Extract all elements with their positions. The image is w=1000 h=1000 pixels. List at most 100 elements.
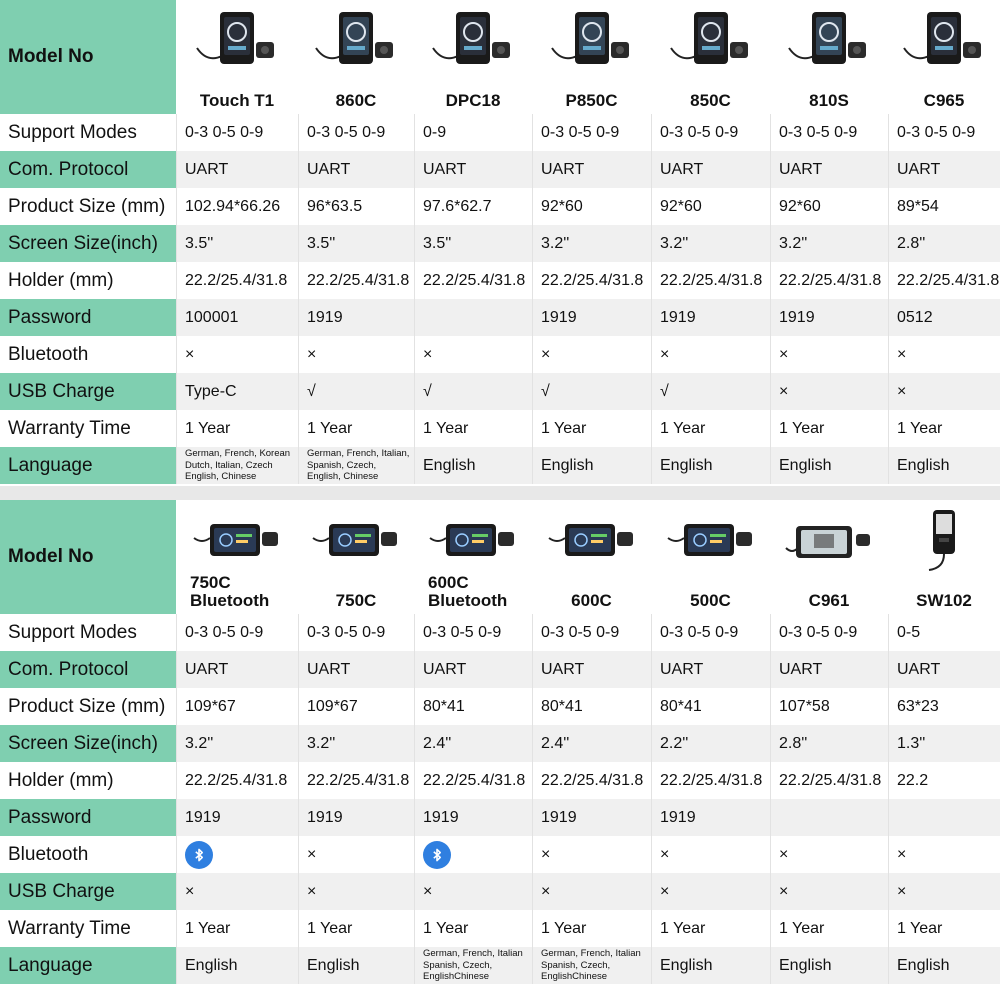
table-cell: × xyxy=(176,336,298,373)
table-cell: × xyxy=(414,336,532,373)
row-label-protocol: Com. Protocol xyxy=(0,651,176,688)
model-header-cell: DPC18 xyxy=(414,0,532,114)
spec-table-1: Model No Touch T1 860C DPC18 P850C 850C 810S C9… xyxy=(0,0,1000,486)
table-cell: 22.2/25.4/31.8 xyxy=(770,262,888,299)
table-cell: English xyxy=(770,947,888,984)
table-cell: 92*60 xyxy=(532,188,651,225)
table-row-modes: Support Modes 0-3 0-5 0-9 0-3 0-5 0-9 0-3 0… xyxy=(0,614,1000,651)
row-label-modes: Support Modes xyxy=(0,114,176,151)
model-name: 860C xyxy=(335,91,377,110)
spec-table-2: Model No 750C Bluetooth 750C 600C Bluetooth… xyxy=(0,500,1000,1000)
table-cell: 1919 xyxy=(651,299,770,336)
table-cell: × xyxy=(298,836,414,873)
display-device-icon xyxy=(903,12,981,64)
table-cell: 1919 xyxy=(298,299,414,336)
header-row: Model No 750C Bluetooth 750C 600C Bluetooth… xyxy=(0,500,1000,614)
table-cell: German, French, Italian, Spanish, Czech,… xyxy=(298,447,414,484)
row-label-model: Model No xyxy=(0,0,176,114)
table-cell: English xyxy=(298,947,414,984)
table-cell: 0-3 0-5 0-9 xyxy=(651,614,770,651)
table-cell: English xyxy=(770,447,888,484)
model-header-cell: SW102 xyxy=(888,500,1000,614)
table-cell: 0-3 0-5 0-9 xyxy=(176,614,298,651)
model-name: C965 xyxy=(923,91,965,110)
table-cell: UART xyxy=(176,651,298,688)
model-name: 850C xyxy=(690,91,731,110)
row-label-bluetooth: Bluetooth xyxy=(0,836,176,873)
row-label-screen-size: Screen Size(inch) xyxy=(0,725,176,762)
table-row-warranty: Warranty Time 1 Year 1 Year 1 Year 1 Year 1 Y… xyxy=(0,910,1000,947)
table-row-warranty: Warranty Time 1 Year 1 Year 1 Year 1 Year 1 Y… xyxy=(0,410,1000,447)
model-name: Touch T1 xyxy=(199,91,275,110)
table-cell: × xyxy=(770,373,888,410)
table-cell: 0-3 0-5 0-9 xyxy=(298,114,414,151)
model-header-cell: P850C xyxy=(532,0,651,114)
table-cell: English xyxy=(176,947,298,984)
table-cell: 1919 xyxy=(532,299,651,336)
table-cell: 96*63.5 xyxy=(298,188,414,225)
table-row-screen-size: Screen Size(inch) 3.5'' 3.5'' 3.5'' 3.2'' 3.2… xyxy=(0,225,1000,262)
table-cell: 1 Year xyxy=(651,910,770,947)
row-label-language: Language xyxy=(0,947,176,984)
table-cell: UART xyxy=(770,651,888,688)
table-cell: 3.5'' xyxy=(176,225,298,262)
model-header-cell: 600C xyxy=(532,500,651,614)
table-cell: German, French, Italian Spanish, Czech, … xyxy=(414,947,532,984)
display-device-icon xyxy=(196,12,274,64)
table-cell: Type-C xyxy=(176,373,298,410)
table-cell: × xyxy=(414,873,532,910)
table-cell: 22.2/25.4/31.8 xyxy=(176,762,298,799)
table-cell: × xyxy=(888,373,1000,410)
table-cell: UART xyxy=(298,151,414,188)
table-cell: 0-3 0-5 0-9 xyxy=(888,114,1000,151)
model-header-cell: 750C xyxy=(298,500,414,614)
model-name: C961 xyxy=(808,591,850,610)
bluetooth-icon xyxy=(423,840,451,869)
table-cell: 22.2/25.4/31.8 xyxy=(532,262,651,299)
table-cell: 1.3'' xyxy=(888,725,1000,762)
table-cell: UART xyxy=(888,151,1000,188)
table-cell: × xyxy=(298,873,414,910)
table-cell: 102.94*66.26 xyxy=(176,188,298,225)
table-cell: × xyxy=(532,336,651,373)
table-cell: 0-5 xyxy=(888,614,1000,651)
display-device-icon xyxy=(312,524,397,556)
table-cell: × xyxy=(888,836,1000,873)
row-label-product-size: Product Size (mm) xyxy=(0,188,176,225)
table-cell: 22.2/25.4/31.8 xyxy=(651,262,770,299)
table-cell: 22.2/25.4/31.8 xyxy=(298,262,414,299)
table-cell: 0-3 0-5 0-9 xyxy=(414,614,532,651)
row-label-language: Language xyxy=(0,447,176,484)
table-row-bluetooth: Bluetooth × × × × × xyxy=(0,836,1000,873)
table-row-holder: Holder (mm) 22.2/25.4/31.8 22.2/25.4/31.8 2… xyxy=(0,762,1000,799)
row-label-holder: Holder (mm) xyxy=(0,262,176,299)
table-cell: × xyxy=(888,336,1000,373)
table-cell: 1 Year xyxy=(298,410,414,447)
table-row-product-size: Product Size (mm) 102.94*66.26 96*63.5 97.6… xyxy=(0,188,1000,225)
table-cell: × xyxy=(651,336,770,373)
table-cell: 0-3 0-5 0-9 xyxy=(532,614,651,651)
model-name: 750C Bluetooth xyxy=(190,573,270,610)
model-header-cell: Touch T1 xyxy=(176,0,298,114)
table-cell: UART xyxy=(414,651,532,688)
model-header-cell: 860C xyxy=(298,0,414,114)
table-cell: 92*60 xyxy=(651,188,770,225)
table-cell: 22.2/25.4/31.8 xyxy=(414,262,532,299)
table-cell: UART xyxy=(651,651,770,688)
table-cell: 1 Year xyxy=(770,410,888,447)
table-cell: 109*67 xyxy=(298,688,414,725)
table-cell: × xyxy=(651,836,770,873)
model-name: 600C Bluetooth xyxy=(428,573,508,610)
table-cell: 63*23 xyxy=(888,688,1000,725)
table-cell: 0-3 0-5 0-9 xyxy=(770,614,888,651)
table-cell: 0-3 0-5 0-9 xyxy=(298,614,414,651)
table-cell: 2.8'' xyxy=(770,725,888,762)
table-row-password: Password 100001 1919 1919 1919 1919 0512 xyxy=(0,299,1000,336)
model-name: SW102 xyxy=(916,591,972,610)
table-cell: 1919 xyxy=(176,799,298,836)
table-cell: 1 Year xyxy=(176,910,298,947)
display-device-icon xyxy=(193,524,278,556)
table-cell: × xyxy=(651,873,770,910)
table-row-protocol: Com. Protocol UART UART UART UART UART UART UAR… xyxy=(0,651,1000,688)
table-cell: English xyxy=(651,947,770,984)
